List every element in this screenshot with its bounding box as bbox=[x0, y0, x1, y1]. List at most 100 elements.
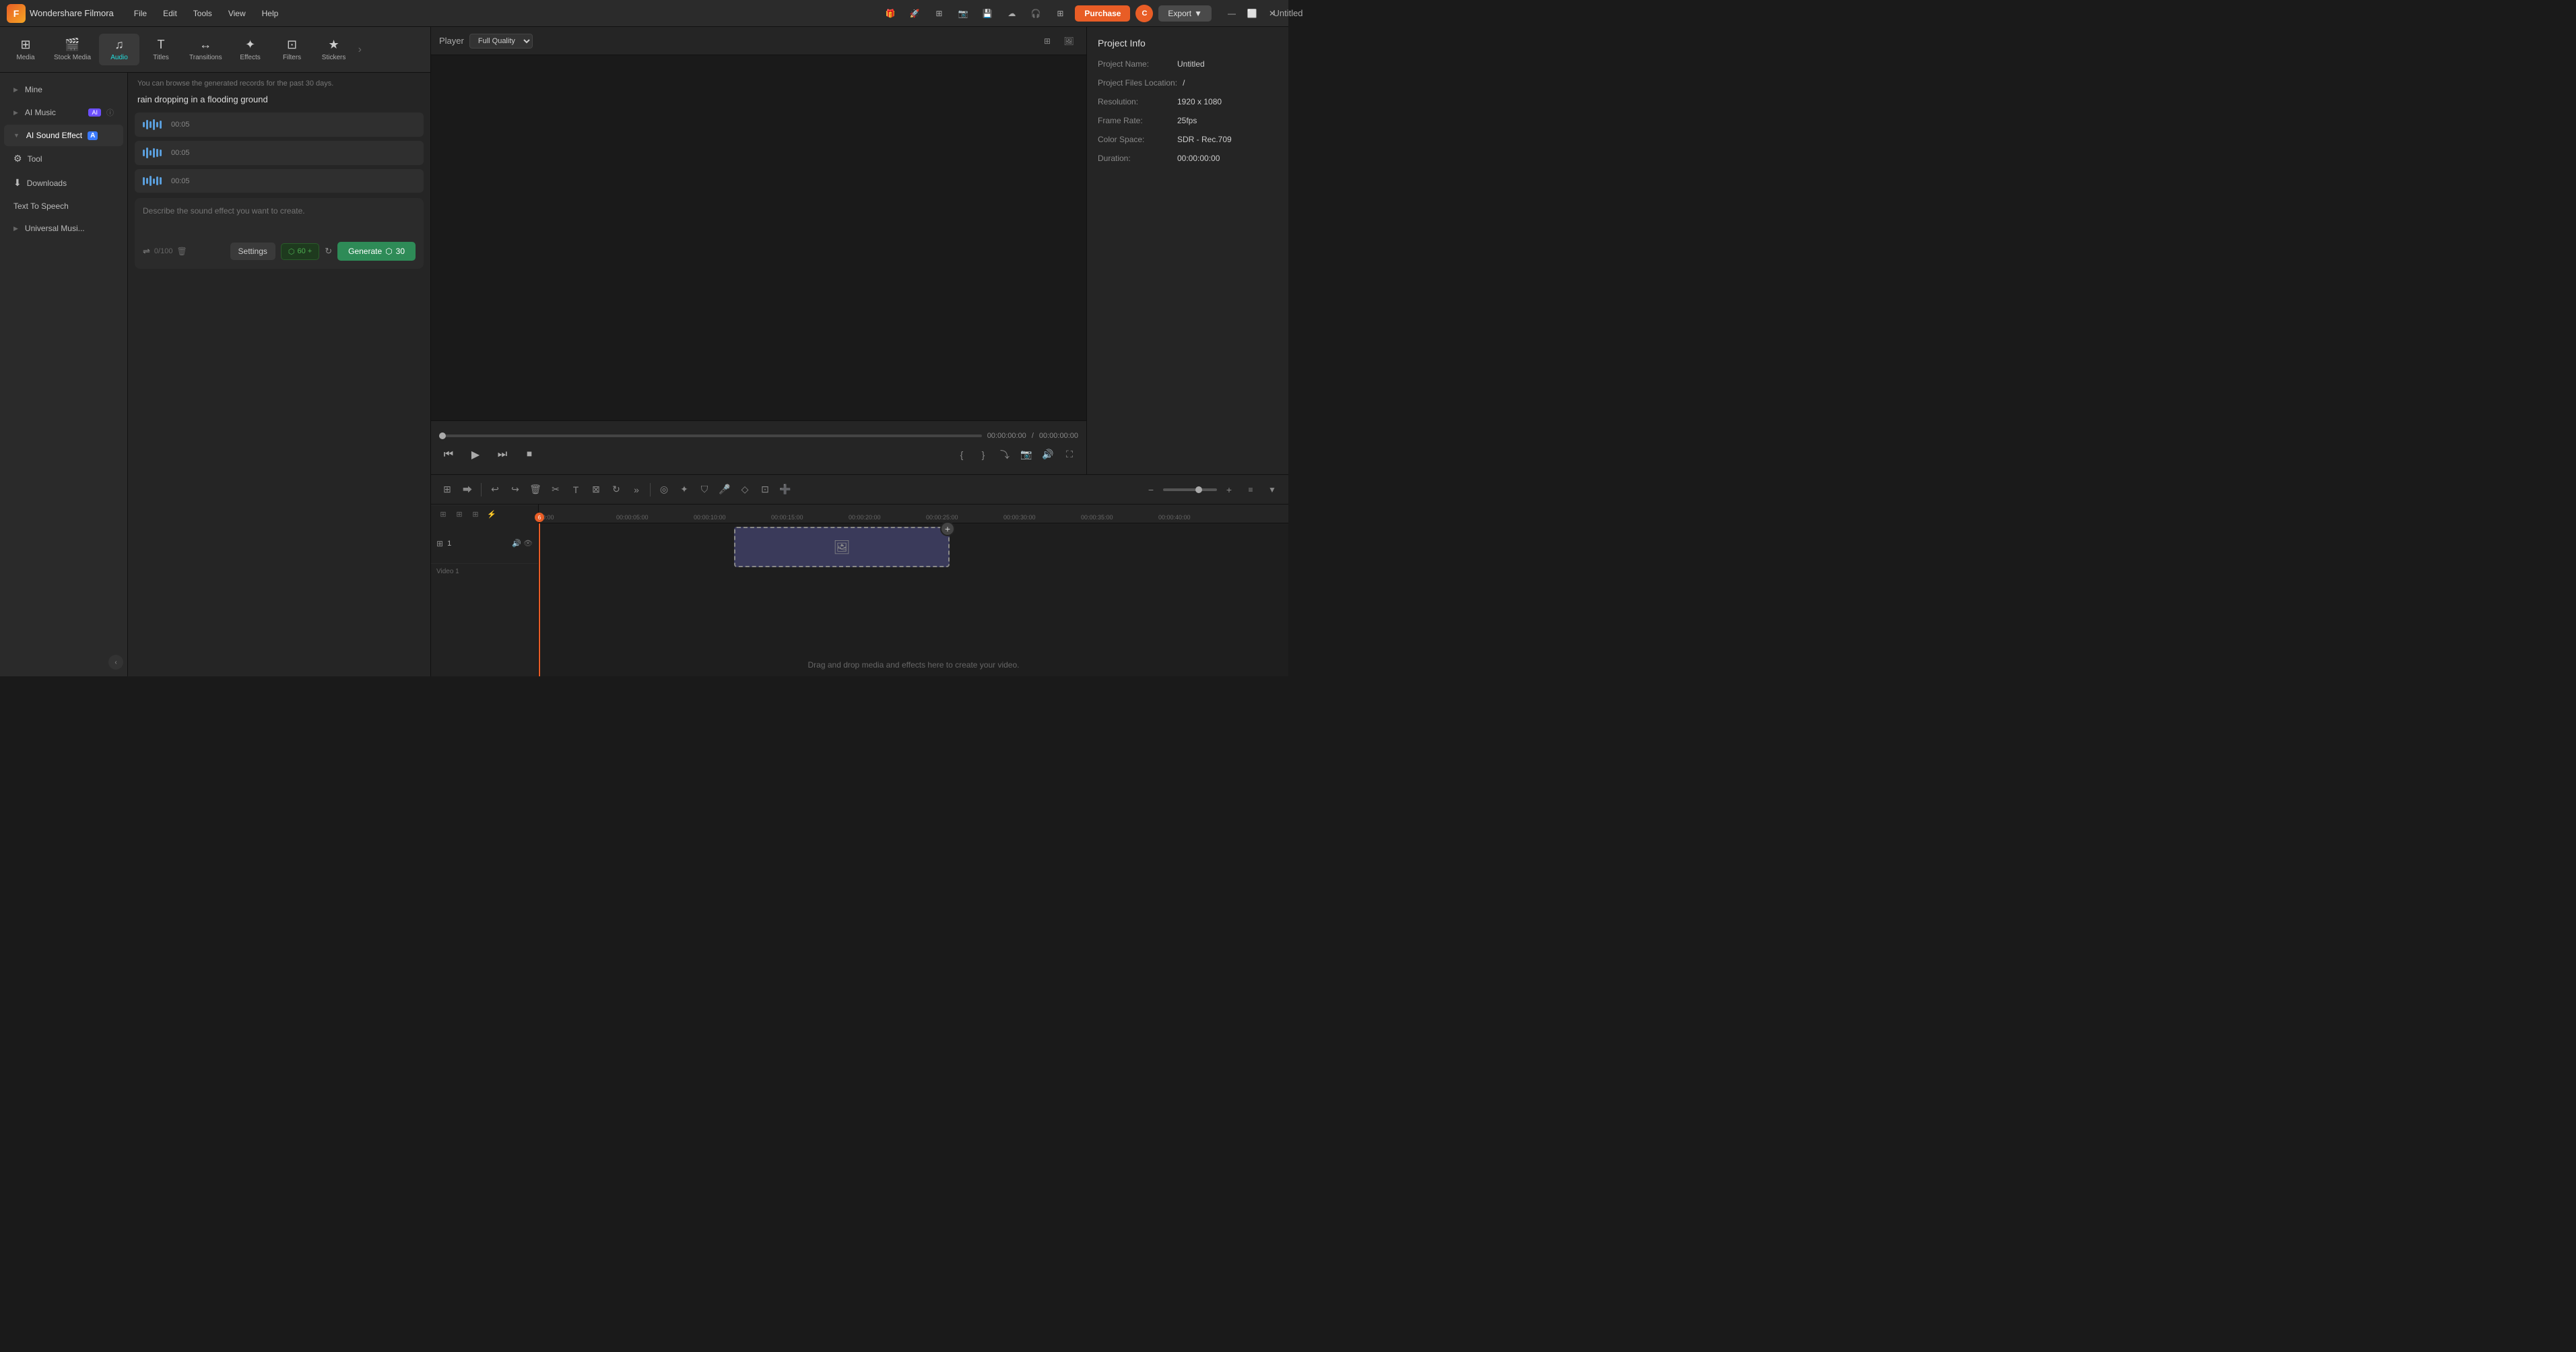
snap-button[interactable]: ⚡ bbox=[485, 508, 498, 521]
volume-button[interactable]: 🔊 bbox=[1039, 446, 1057, 463]
text-button[interactable]: T bbox=[566, 480, 585, 499]
sidebar-item-ai-music[interactable]: ▶ AI Music AI ⓘ bbox=[4, 101, 123, 124]
save-icon[interactable]: 💾 bbox=[978, 4, 997, 23]
grid-view-button[interactable]: ⊞ bbox=[1038, 32, 1057, 51]
credits-button[interactable]: ⬡ 60 + bbox=[281, 243, 319, 260]
screen-rec-button[interactable]: ⊡ bbox=[756, 480, 774, 499]
generate-button[interactable]: Generate ⬡ 30 bbox=[337, 242, 416, 261]
ruler-tick-2: 00:00:10:00 bbox=[694, 505, 726, 523]
crop-button[interactable]: ⊠ bbox=[587, 480, 605, 499]
sidebar-item-mine[interactable]: ▶ Mine bbox=[4, 79, 123, 100]
menu-edit[interactable]: Edit bbox=[156, 6, 184, 21]
ruler-tick-6: 00:00:30:00 bbox=[1003, 505, 1036, 523]
undo-button[interactable]: ↩ bbox=[486, 480, 504, 499]
out-point-button[interactable]: } bbox=[975, 446, 992, 463]
info-project-location: Project Files Location: / bbox=[1098, 78, 1278, 88]
tool-media[interactable]: ⊞ Media bbox=[5, 34, 46, 65]
tool-filters[interactable]: ⊡ Filters bbox=[272, 34, 312, 65]
delete-icon[interactable]: 🗑 bbox=[176, 247, 187, 256]
sidebar-collapse-button[interactable]: ‹ bbox=[108, 655, 123, 670]
list-view-button[interactable]: ≡ bbox=[1241, 480, 1260, 499]
zoom-in-button[interactable]: + bbox=[1220, 480, 1239, 499]
zoom-slider[interactable] bbox=[1163, 488, 1217, 491]
sidebar-item-downloads[interactable]: ⬇ Downloads bbox=[4, 171, 123, 195]
grid-icon[interactable]: ⊞ bbox=[929, 4, 948, 23]
zoom-out-button[interactable]: − bbox=[1142, 480, 1160, 499]
snapshot-button[interactable]: 📷 bbox=[1018, 446, 1035, 463]
tool-stock[interactable]: 🎬 Stock Media bbox=[47, 34, 98, 65]
audio-item-2[interactable]: 00:05 bbox=[135, 141, 424, 165]
select-tool-button[interactable]: ⮕ bbox=[458, 480, 477, 499]
cloud-icon[interactable]: ☁ bbox=[1002, 4, 1021, 23]
delete-button[interactable]: 🗑 bbox=[526, 480, 545, 499]
rotate-button[interactable]: ↻ bbox=[607, 480, 626, 499]
sidebar-item-ai-sound-effect[interactable]: ▼ AI Sound Effect A bbox=[4, 125, 123, 146]
keyframe-button[interactable]: ◇ bbox=[735, 480, 754, 499]
scenes-button[interactable]: ⊞ bbox=[438, 480, 457, 499]
tool-titles[interactable]: T Titles bbox=[141, 34, 181, 65]
media-clip[interactable]: 🖼 + bbox=[734, 527, 950, 567]
menu-view[interactable]: View bbox=[222, 6, 253, 21]
gift-icon[interactable]: 🎁 bbox=[881, 4, 900, 23]
stop-button[interactable]: ⏹ bbox=[520, 445, 539, 464]
stickers-icon: ★ bbox=[329, 38, 339, 52]
fx-button[interactable]: ✦ bbox=[675, 480, 694, 499]
tool-transitions[interactable]: ↔ Transitions bbox=[183, 34, 229, 65]
track-volume-button[interactable]: 🔊 bbox=[512, 539, 521, 548]
cut-button[interactable]: ✂ bbox=[546, 480, 565, 499]
generate-section: ⇌ 0/100 🗑 Settings ⬡ 60 + ↻ bbox=[135, 198, 424, 269]
tool-effects[interactable]: ✦ Effects bbox=[230, 34, 271, 65]
progress-bar[interactable] bbox=[439, 434, 982, 437]
waveform-2 bbox=[143, 148, 162, 158]
export-button[interactable]: Export ▼ bbox=[1158, 5, 1212, 22]
skip-back-button[interactable]: ⏮ bbox=[439, 445, 458, 464]
image-view-button[interactable]: 🖼 bbox=[1059, 32, 1078, 51]
motion-button[interactable]: ◎ bbox=[655, 480, 673, 499]
play-button[interactable]: ▶ bbox=[466, 445, 485, 464]
headphone-icon[interactable]: 🎧 bbox=[1026, 4, 1045, 23]
toolbar-more-chevron[interactable]: › bbox=[356, 44, 364, 56]
sidebar-item-tool[interactable]: ⚙ Tool bbox=[4, 147, 123, 170]
shield-button[interactable]: ⛉ bbox=[695, 480, 714, 499]
quality-select[interactable]: Full Quality bbox=[469, 34, 533, 49]
user-avatar[interactable]: C bbox=[1135, 5, 1153, 22]
track-eye-button[interactable]: 👁 bbox=[523, 539, 533, 548]
tool-stickers[interactable]: ★ Stickers bbox=[314, 34, 354, 65]
settings-button[interactable]: Settings bbox=[230, 243, 275, 260]
camera-icon[interactable]: 📷 bbox=[954, 4, 972, 23]
skip-forward-button[interactable]: ⏭ bbox=[493, 445, 512, 464]
info-resolution: Resolution: 1920 x 1080 bbox=[1098, 97, 1278, 106]
refresh-icon[interactable]: ↻ bbox=[325, 246, 332, 257]
sidebar-item-universal-music[interactable]: ▶ Universal Musi... bbox=[4, 218, 123, 239]
sidebar-item-text-to-speech[interactable]: Text To Speech bbox=[4, 195, 123, 217]
redo-button[interactable]: ↪ bbox=[506, 480, 525, 499]
fullscreen-button[interactable]: ⛶ bbox=[1061, 446, 1078, 463]
add-media-button[interactable]: ➕ bbox=[776, 480, 795, 499]
minimize-button[interactable]: — bbox=[1222, 4, 1241, 23]
sound-description-textarea[interactable] bbox=[143, 206, 416, 234]
menu-help[interactable]: Help bbox=[255, 6, 286, 21]
purchase-button[interactable]: Purchase bbox=[1075, 5, 1130, 22]
view-options-button[interactable]: ▼ bbox=[1263, 480, 1282, 499]
ruler-tick-8: 00:00:40:00 bbox=[1158, 505, 1191, 523]
audio-item-3[interactable]: 00:05 bbox=[135, 169, 424, 193]
shuffle-icon[interactable]: ⇌ bbox=[143, 246, 150, 257]
menu-tools[interactable]: Tools bbox=[187, 6, 219, 21]
add-subtitle-track-button[interactable]: ⊞ bbox=[469, 508, 482, 521]
audio-time-3: 00:05 bbox=[171, 177, 190, 185]
in-point-button[interactable]: { bbox=[953, 446, 970, 463]
apps-icon[interactable]: ⊞ bbox=[1051, 4, 1069, 23]
insert-button[interactable]: ⤵ bbox=[996, 446, 1014, 463]
menu-file[interactable]: File bbox=[127, 6, 154, 21]
more-button[interactable]: » bbox=[627, 480, 646, 499]
rocket-icon[interactable]: 🚀 bbox=[905, 4, 924, 23]
tool-audio[interactable]: ♫ Audio bbox=[99, 34, 139, 65]
clip-add-button[interactable]: + bbox=[940, 521, 955, 536]
info-frame-rate: Frame Rate: 25fps bbox=[1098, 116, 1278, 125]
audio-item-1[interactable]: 00:05 bbox=[135, 112, 424, 137]
mic-button[interactable]: 🎤 bbox=[715, 480, 734, 499]
add-audio-track-button[interactable]: ⊞ bbox=[453, 508, 466, 521]
ruler-tick-3: 00:00:15:00 bbox=[771, 505, 803, 523]
maximize-button[interactable]: ⬜ bbox=[1243, 4, 1261, 23]
add-video-track-button[interactable]: ⊞ bbox=[436, 508, 450, 521]
